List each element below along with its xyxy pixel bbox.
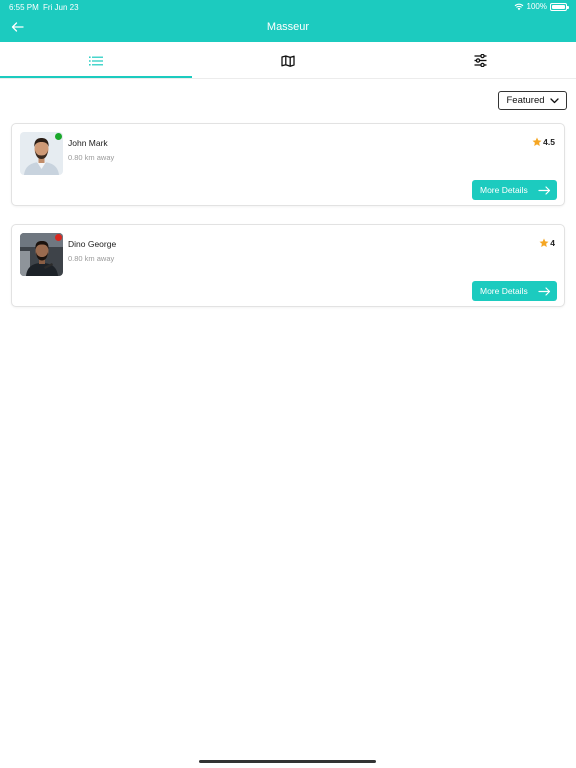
- tab-filter[interactable]: [384, 42, 576, 79]
- provider-distance: 0.80 km away: [68, 254, 115, 263]
- battery-icon: [550, 2, 569, 11]
- more-details-label: More Details: [480, 286, 528, 296]
- provider-rating: 4: [539, 238, 555, 248]
- wifi-icon: [514, 3, 523, 10]
- app-header: 6:55 PM Fri Jun 23 100% Masseur: [0, 0, 576, 42]
- status-indicators: 100%: [514, 2, 569, 11]
- chevron-down-icon: [549, 97, 559, 103]
- rating-value: 4: [550, 238, 555, 248]
- star-icon: [532, 137, 542, 146]
- sliders-icon: [474, 54, 486, 67]
- provider-card: John Mark 0.80 km away 4.5 More Details: [11, 123, 565, 206]
- rating-value: 4.5: [543, 137, 555, 147]
- battery-percent: 100%: [526, 2, 547, 11]
- home-indicator[interactable]: [199, 760, 376, 763]
- provider-card: Dino George 0.80 km away 4 More Details: [11, 224, 565, 307]
- view-tabs: [0, 42, 576, 79]
- provider-distance: 0.80 km away: [68, 153, 115, 162]
- arrow-right-icon: [538, 185, 551, 195]
- more-details-label: More Details: [480, 185, 528, 195]
- more-details-button[interactable]: More Details: [472, 281, 557, 301]
- tab-list-view[interactable]: [0, 42, 192, 79]
- list-icon: [89, 56, 103, 65]
- provider-name: Dino George: [68, 239, 117, 249]
- star-icon: [539, 238, 549, 247]
- online-status-indicator: [55, 133, 62, 140]
- status-date: Fri Jun 23: [43, 3, 79, 12]
- page-title: Masseur: [266, 21, 310, 33]
- offline-status-indicator: [55, 234, 62, 241]
- active-tab-indicator: [0, 76, 192, 78]
- provider-name: John Mark: [68, 138, 108, 148]
- status-time: 6:55 PM: [9, 3, 39, 12]
- tab-map-view[interactable]: [192, 42, 384, 79]
- sort-label: Featured: [506, 95, 545, 106]
- arrow-right-icon: [538, 286, 551, 296]
- provider-rating: 4.5: [532, 137, 555, 147]
- map-icon: [281, 54, 295, 67]
- more-details-button[interactable]: More Details: [472, 180, 557, 200]
- sort-dropdown[interactable]: Featured: [498, 91, 567, 110]
